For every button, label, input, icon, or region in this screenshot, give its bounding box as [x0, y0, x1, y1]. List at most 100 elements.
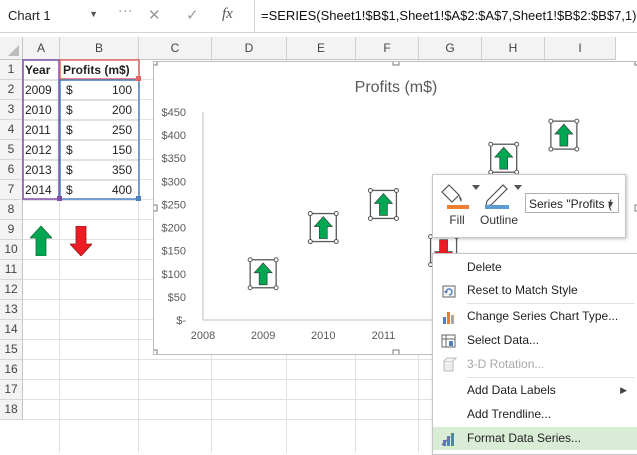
- fill-dropdown-icon[interactable]: [472, 185, 480, 191]
- chart-resize-handle[interactable]: [154, 204, 158, 212]
- menu-item-label: Add Data Labels: [467, 383, 556, 397]
- menu-item-change-chart-type[interactable]: Change Series Chart Type...: [433, 305, 637, 328]
- menu-item-label: Reset to Match Style: [467, 283, 578, 297]
- chart-resize-handle[interactable]: [154, 62, 158, 66]
- reset-style-icon: [442, 285, 456, 298]
- green-up-arrow-icon[interactable]: [30, 226, 52, 256]
- menu-item-reset-style[interactable]: Reset to Match Style: [433, 279, 637, 302]
- outline-button[interactable]: Outline: [479, 181, 519, 227]
- y-tick-label: $50: [168, 292, 186, 304]
- select-data-icon: [441, 334, 456, 348]
- row-header-4[interactable]: 4: [0, 120, 23, 140]
- y-tick-label: $350: [162, 153, 186, 165]
- chart-title[interactable]: Profits (m$): [355, 79, 438, 96]
- outline-pen-icon: [485, 184, 509, 209]
- row-header-12[interactable]: 12: [0, 280, 23, 300]
- data-point-up-arrow[interactable]: [367, 187, 399, 221]
- row-header-8[interactable]: 8: [0, 200, 23, 220]
- column-header-a[interactable]: A: [23, 37, 60, 60]
- column-header-e[interactable]: E: [287, 37, 356, 60]
- menu-item-label: Change Series Chart Type...: [467, 309, 619, 323]
- outline-color-swatch: [485, 205, 509, 209]
- row-header-1[interactable]: 1: [0, 60, 23, 80]
- x-tick-label: 2011: [372, 330, 396, 342]
- menu-item-add-data-labels[interactable]: Add Data Labels ▶: [433, 379, 637, 402]
- x-tick-label: 2008: [191, 330, 215, 342]
- select-all-corner[interactable]: [0, 37, 23, 60]
- chart-resize-handle[interactable]: [392, 62, 400, 66]
- column-header-c[interactable]: C: [139, 37, 212, 60]
- data-point-up-arrow[interactable]: [548, 118, 580, 152]
- column-header-d[interactable]: D: [212, 37, 287, 60]
- fill-button[interactable]: Fill: [437, 181, 477, 227]
- submenu-arrow-icon: ▶: [620, 385, 627, 395]
- data-point-up-arrow[interactable]: [307, 211, 339, 245]
- name-box-value: Chart 1: [8, 8, 51, 23]
- y-tick-label: $100: [162, 269, 186, 281]
- menu-item-add-trendline[interactable]: Add Trendline...: [433, 403, 637, 426]
- range-highlight: [22, 59, 141, 201]
- row-header-10[interactable]: 10: [0, 240, 23, 260]
- column-header-f[interactable]: F: [356, 37, 419, 60]
- formula-controls: ⋮ ✕ ✓ fx: [104, 0, 254, 33]
- menu-separator: [467, 377, 635, 378]
- series-selector-value: Series "Profits (: [529, 197, 612, 211]
- outline-label: Outline: [479, 213, 519, 227]
- column-header-b[interactable]: B: [60, 37, 139, 60]
- row-header-9[interactable]: 9: [0, 220, 23, 240]
- menu-item-format-data-series[interactable]: Format Data Series...: [433, 427, 637, 450]
- enter-icon[interactable]: ✓: [186, 6, 199, 24]
- y-tick-label: $200: [162, 223, 186, 235]
- context-menu: Delete Reset to Match Style Change Serie…: [432, 253, 637, 455]
- formula-text: =SERIES(Sheet1!$B$1,Sheet1!$A$2:$A$7,She…: [261, 8, 637, 23]
- format-mini-toolbar: Fill Outline Series "Profits ( ▼: [432, 174, 626, 238]
- x-tick-label: 2009: [251, 330, 275, 342]
- y-tick-label: $-: [176, 315, 186, 327]
- chevron-down-icon: ▼: [606, 199, 615, 209]
- series-selector[interactable]: Series "Profits ( ▼: [525, 193, 619, 213]
- row-header-18[interactable]: 18: [0, 400, 23, 420]
- menu-item-label: Delete: [467, 260, 502, 274]
- cancel-icon[interactable]: ✕: [148, 6, 161, 24]
- insert-function-icon[interactable]: fx: [222, 6, 233, 23]
- fill-bucket-icon: [441, 184, 469, 209]
- row-header-2[interactable]: 2: [0, 80, 23, 100]
- y-tick-label: $400: [162, 130, 186, 142]
- row-header-15[interactable]: 15: [0, 340, 23, 360]
- menu-item-label: Select Data...: [467, 333, 540, 347]
- column-header-h[interactable]: H: [482, 37, 545, 60]
- chart-resize-handle[interactable]: [392, 349, 400, 354]
- row-header-7[interactable]: 7: [0, 180, 23, 200]
- row-header-6[interactable]: 6: [0, 160, 23, 180]
- data-point-up-arrow[interactable]: [247, 257, 279, 291]
- menu-item-3d-rotation: 3-D Rotation...: [433, 353, 637, 376]
- menu-item-select-data[interactable]: Select Data...: [433, 329, 637, 352]
- row-header-3[interactable]: 3: [0, 100, 23, 120]
- outline-dropdown-icon[interactable]: [514, 185, 522, 191]
- column-header-i[interactable]: I: [545, 37, 616, 60]
- row-header-11[interactable]: 11: [0, 260, 23, 280]
- row-header-16[interactable]: 16: [0, 360, 23, 380]
- row-header-5[interactable]: 5: [0, 140, 23, 160]
- row-header-13[interactable]: 13: [0, 300, 23, 320]
- y-tick-label: $300: [162, 176, 186, 188]
- drag-handle-icon[interactable]: ⋮: [118, 4, 134, 19]
- fill-color-swatch: [447, 205, 469, 209]
- formula-input[interactable]: =SERIES(Sheet1!$B$1,Sheet1!$A$2:$A$7,She…: [254, 0, 637, 33]
- column-header-g[interactable]: G: [419, 37, 482, 60]
- 3d-rotation-icon: [443, 357, 457, 372]
- row-header-14[interactable]: 14: [0, 320, 23, 340]
- red-down-arrow-icon[interactable]: [70, 226, 92, 256]
- chart-resize-handle[interactable]: [154, 349, 158, 354]
- menu-item-label: Add Trendline...: [467, 407, 552, 421]
- name-box-dropdown-icon[interactable]: ▼: [89, 9, 98, 19]
- name-box[interactable]: Chart 1 ▼: [0, 0, 105, 33]
- menu-item-delete[interactable]: Delete: [433, 256, 637, 279]
- fill-label: Fill: [449, 213, 465, 227]
- data-point-up-arrow[interactable]: [488, 141, 520, 175]
- y-tick-label: $250: [162, 199, 186, 211]
- menu-item-label: 3-D Rotation...: [467, 357, 545, 371]
- row-header-17[interactable]: 17: [0, 380, 23, 400]
- menu-item-label: Format Data Series...: [467, 431, 582, 445]
- chart-type-icon: [443, 312, 454, 324]
